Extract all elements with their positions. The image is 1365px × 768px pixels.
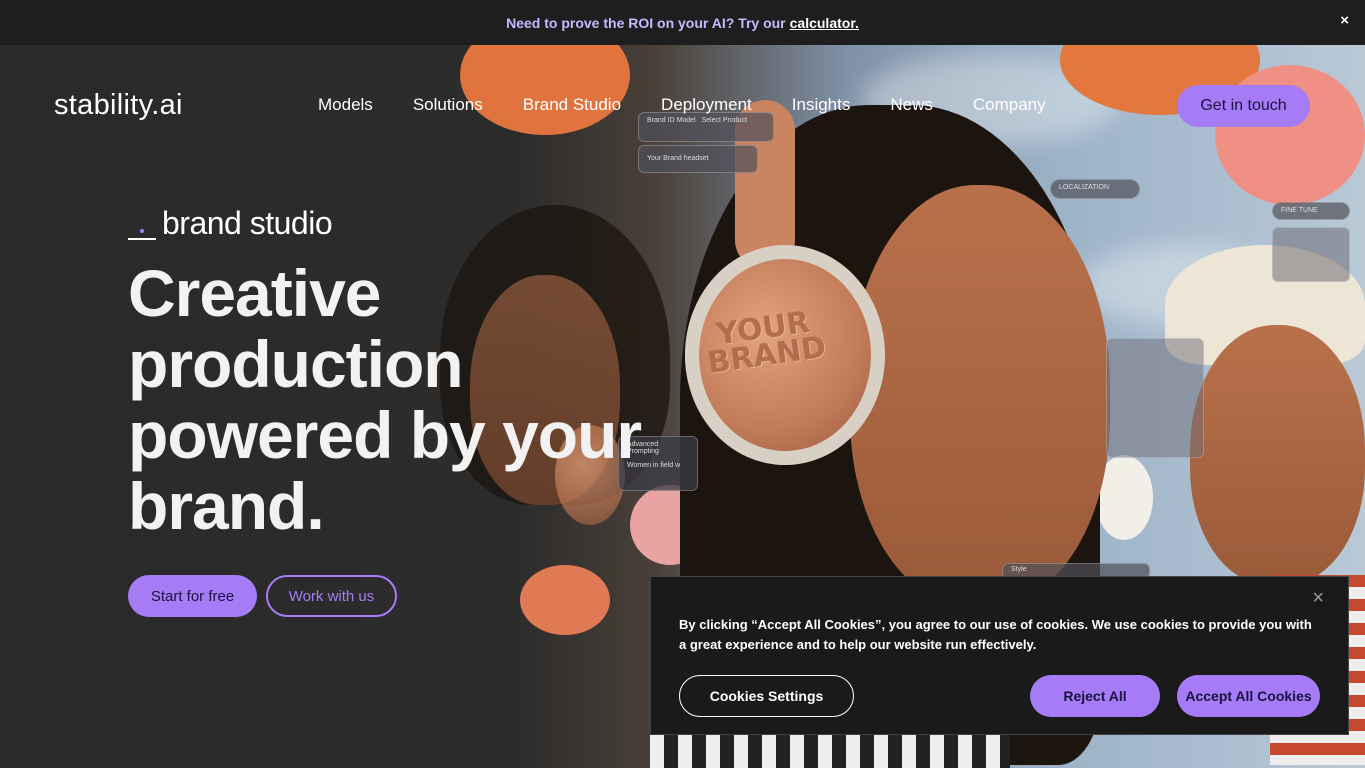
center-person-face xyxy=(850,185,1110,605)
nav-item-deployment[interactable]: Deployment xyxy=(661,95,752,115)
tulip-flower xyxy=(520,565,610,635)
calculator-link[interactable]: calculator. xyxy=(790,15,859,31)
reference-preview xyxy=(1106,338,1204,458)
close-icon[interactable]: × xyxy=(1340,12,1349,29)
get-in-touch-button[interactable]: Get in touch xyxy=(1177,85,1310,127)
brand-engraving: YOUR BRAND xyxy=(705,304,829,381)
start-for-free-button[interactable]: Start for free xyxy=(128,575,257,617)
nav-item-insights[interactable]: Insights xyxy=(792,95,851,115)
hero-headline: Creative production powered by your bran… xyxy=(128,256,642,543)
announcement-text: Need to prove the ROI on your AI? Try ou… xyxy=(506,14,786,31)
nav-item-brand-studio[interactable]: Brand Studio xyxy=(523,95,621,115)
localization-chip: LOCALIZATION xyxy=(1050,179,1140,199)
nav-item-solutions[interactable]: Solutions xyxy=(413,95,483,115)
announcement-bar: Need to prove the ROI on your AI? Try ou… xyxy=(0,0,1365,45)
brand-studio-mark-icon xyxy=(128,218,156,242)
reject-all-button[interactable]: Reject All xyxy=(1030,675,1160,717)
fine-tune-chip: FINE TUNE xyxy=(1272,202,1350,220)
top-nav: stability.ai Models Solutions Brand Stud… xyxy=(0,45,1365,165)
cookie-banner: × By clicking “Accept All Cookies”, you … xyxy=(650,576,1349,735)
striped-shirt xyxy=(650,735,1010,768)
close-icon[interactable]: × xyxy=(1312,587,1324,610)
fine-tune-preview xyxy=(1272,227,1350,282)
work-with-us-button[interactable]: Work with us xyxy=(266,575,397,617)
eyebrow-text: brand studio xyxy=(162,205,333,241)
accept-all-cookies-button[interactable]: Accept All Cookies xyxy=(1177,675,1320,717)
center-headphone: YOUR BRAND xyxy=(685,245,885,465)
brand-studio-eyebrow: brand studio xyxy=(128,205,333,242)
logo[interactable]: stability.ai xyxy=(54,89,183,122)
nav-item-company[interactable]: Company xyxy=(973,95,1046,115)
nav-links: Models Solutions Brand Studio Deployment… xyxy=(318,95,1086,115)
cookie-text: By clicking “Accept All Cookies”, you ag… xyxy=(679,617,1312,652)
nav-item-models[interactable]: Models xyxy=(318,95,373,115)
nav-item-news[interactable]: News xyxy=(890,95,933,115)
cookies-settings-button[interactable]: Cookies Settings xyxy=(679,675,854,717)
right-person-face xyxy=(1190,325,1365,585)
